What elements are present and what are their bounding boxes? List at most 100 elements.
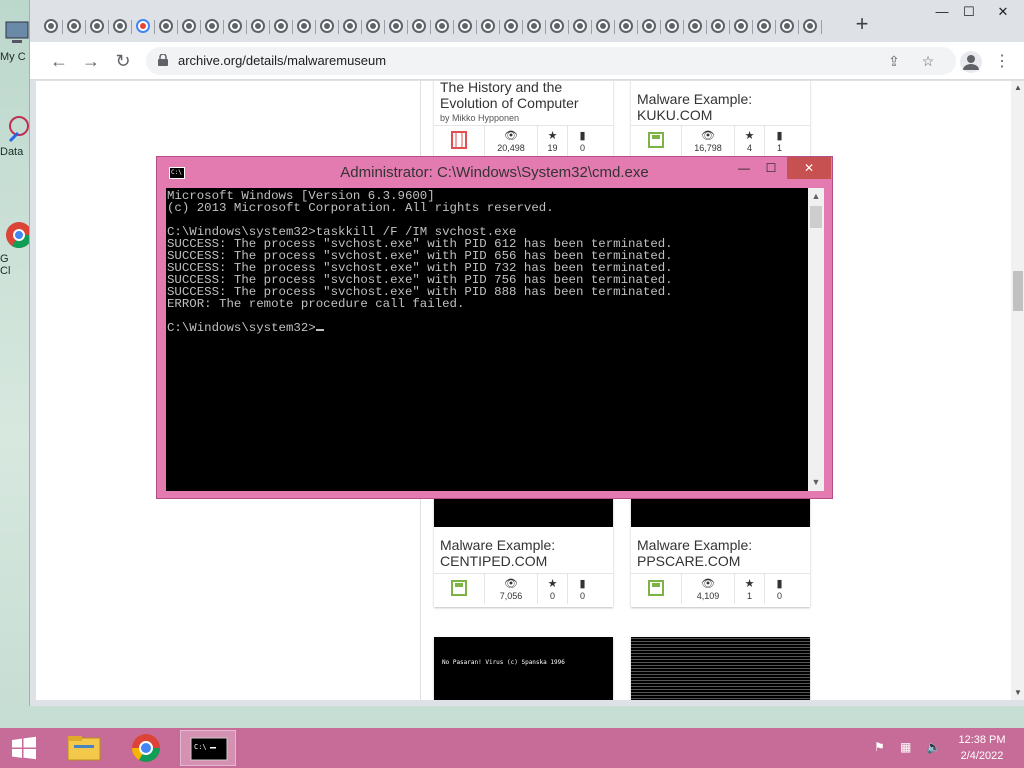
card-title[interactable]: Malware Example: CENTIPED.COM xyxy=(440,537,610,569)
archive-favicon-icon xyxy=(504,19,518,33)
views-count: 20,498 xyxy=(497,143,525,153)
browser-maximize-button[interactable]: ☐ xyxy=(955,0,983,24)
browser-tab[interactable] xyxy=(159,17,173,35)
network-icon[interactable]: ▦ xyxy=(900,740,916,756)
card-thumbnail[interactable]: No Pasaran! Virus (c) Spanska 1996 xyxy=(434,637,613,700)
browser-tab[interactable] xyxy=(642,17,656,35)
browser-tab[interactable] xyxy=(481,17,495,35)
browser-tab[interactable] xyxy=(435,17,449,35)
browser-tab[interactable] xyxy=(780,17,794,35)
card-noise-thumbnail[interactable] xyxy=(631,637,810,700)
card-byline[interactable]: by Mikko Hypponen xyxy=(440,113,519,123)
card-kuku[interactable]: Malware Example: KUKU.COM 👁 16,798 ★ 4 ▮ 1 xyxy=(631,81,810,158)
favorites-stat: ★ 4 xyxy=(734,126,764,156)
archive-favicon-icon xyxy=(343,19,357,33)
taskbar-file-explorer[interactable] xyxy=(56,730,112,766)
archive-favicon-icon xyxy=(711,19,725,33)
browser-tab[interactable] xyxy=(251,17,265,35)
browser-tab[interactable] xyxy=(297,17,311,35)
browser-tab[interactable] xyxy=(665,17,679,35)
browser-tab[interactable] xyxy=(182,17,196,35)
address-bar[interactable]: archive.org/details/malwaremuseum ⇪ ☆ xyxy=(146,47,956,75)
browser-tab[interactable] xyxy=(67,17,81,35)
tab-separator xyxy=(476,20,477,34)
scroll-down-arrow-icon[interactable]: ▼ xyxy=(1011,686,1024,700)
browser-tab[interactable] xyxy=(757,17,771,35)
card-title[interactable]: The History and the Evolution of Compute… xyxy=(440,81,610,111)
browser-close-button[interactable]: ✕ xyxy=(989,0,1017,24)
browser-tab[interactable] xyxy=(458,17,472,35)
browser-tab[interactable] xyxy=(596,17,610,35)
volume-muted-icon[interactable]: 🔈 xyxy=(926,740,942,756)
browser-tab[interactable] xyxy=(274,17,288,35)
archive-favicon-icon xyxy=(734,19,748,33)
bookmark-star-icon[interactable]: ☆ xyxy=(918,51,938,71)
browser-tab[interactable] xyxy=(573,17,587,35)
cmd-title-bar[interactable]: C:\ Administrator: C:\Windows\System32\c… xyxy=(157,157,832,187)
browser-tab[interactable] xyxy=(711,17,725,35)
card-no-pasaran[interactable]: No Pasaran! Virus (c) Spanska 1996 xyxy=(434,637,613,700)
taskbar-chrome[interactable] xyxy=(118,730,174,766)
start-button[interactable] xyxy=(0,728,48,768)
cmd-minimize-button[interactable]: — xyxy=(731,157,757,179)
reload-icon[interactable]: ↻ xyxy=(112,50,134,72)
browser-tab[interactable] xyxy=(734,17,748,35)
browser-tab[interactable] xyxy=(320,17,334,35)
cmd-window[interactable]: C:\ Administrator: C:\Windows\System32\c… xyxy=(156,156,833,499)
archive-favicon-icon xyxy=(228,19,242,33)
browser-tab[interactable] xyxy=(343,17,357,35)
scrollbar-thumb[interactable] xyxy=(810,206,822,228)
back-icon[interactable]: ← xyxy=(48,50,70,72)
archive-favicon-icon xyxy=(481,19,495,33)
page-scrollbar[interactable]: ▲ ▼ xyxy=(1011,81,1024,700)
browser-tab[interactable] xyxy=(803,17,817,35)
scrollbar-thumb[interactable] xyxy=(1013,271,1023,311)
browser-tab[interactable] xyxy=(619,17,633,35)
browser-tab[interactable] xyxy=(136,17,150,35)
browser-minimize-button[interactable]: — xyxy=(928,0,956,24)
console-prompt-line[interactable]: C:\Windows\system32> xyxy=(167,322,807,334)
cmd-close-button[interactable]: ✕ xyxy=(787,157,831,179)
menu-kebab-icon[interactable]: ⋮ xyxy=(994,51,1010,73)
tab-separator xyxy=(292,20,293,34)
browser-tab[interactable] xyxy=(113,17,127,35)
star-icon: ★ xyxy=(744,578,755,590)
profile-icon[interactable] xyxy=(960,51,982,73)
share-icon[interactable]: ⇪ xyxy=(884,51,904,71)
card-title[interactable]: Malware Example: KUKU.COM xyxy=(637,91,807,123)
scroll-up-arrow-icon[interactable]: ▲ xyxy=(1011,81,1024,95)
reviews-stat: ▮ 1 xyxy=(764,126,794,156)
browser-tab[interactable] xyxy=(90,17,104,35)
action-center-flag-icon[interactable]: ⚑ xyxy=(874,740,890,756)
windows-logo-icon xyxy=(12,736,36,760)
browser-tab[interactable] xyxy=(205,17,219,35)
favorites-count: 0 xyxy=(549,591,555,601)
browser-tab[interactable] xyxy=(389,17,403,35)
card-history-evolution[interactable]: The History and the Evolution of Compute… xyxy=(434,81,613,158)
browser-tab[interactable] xyxy=(527,17,541,35)
scroll-up-arrow-icon[interactable]: ▲ xyxy=(808,188,824,204)
cmd-scrollbar[interactable]: ▲ ▼ xyxy=(808,188,824,491)
reviews-count: 1 xyxy=(776,143,782,153)
scroll-down-arrow-icon[interactable]: ▼ xyxy=(808,474,824,490)
card-title[interactable]: Malware Example: PPSCARE.COM xyxy=(637,537,807,569)
browser-tab[interactable] xyxy=(366,17,380,35)
forward-icon[interactable]: → xyxy=(80,50,102,72)
browser-tab[interactable] xyxy=(504,17,518,35)
browser-tab[interactable] xyxy=(412,17,426,35)
tab-separator xyxy=(269,20,270,34)
tab-separator xyxy=(200,20,201,34)
browser-tab[interactable] xyxy=(228,17,242,35)
browser-tab[interactable] xyxy=(44,17,58,35)
cmd-maximize-button[interactable]: ☐ xyxy=(757,157,785,179)
cmd-console[interactable]: Microsoft Windows [Version 6.3.9600] (c) … xyxy=(166,188,808,491)
tab-separator xyxy=(637,20,638,34)
taskbar-cmd[interactable]: C:\ xyxy=(180,730,236,766)
browser-tab[interactable] xyxy=(688,17,702,35)
new-tab-button[interactable]: + xyxy=(850,12,874,36)
taskbar-clock[interactable]: 12:38 PM 2/4/2022 xyxy=(950,732,1014,764)
tab-separator xyxy=(591,20,592,34)
card-thumbnail[interactable] xyxy=(631,637,810,700)
text-cursor xyxy=(315,329,324,331)
browser-tab[interactable] xyxy=(550,17,564,35)
